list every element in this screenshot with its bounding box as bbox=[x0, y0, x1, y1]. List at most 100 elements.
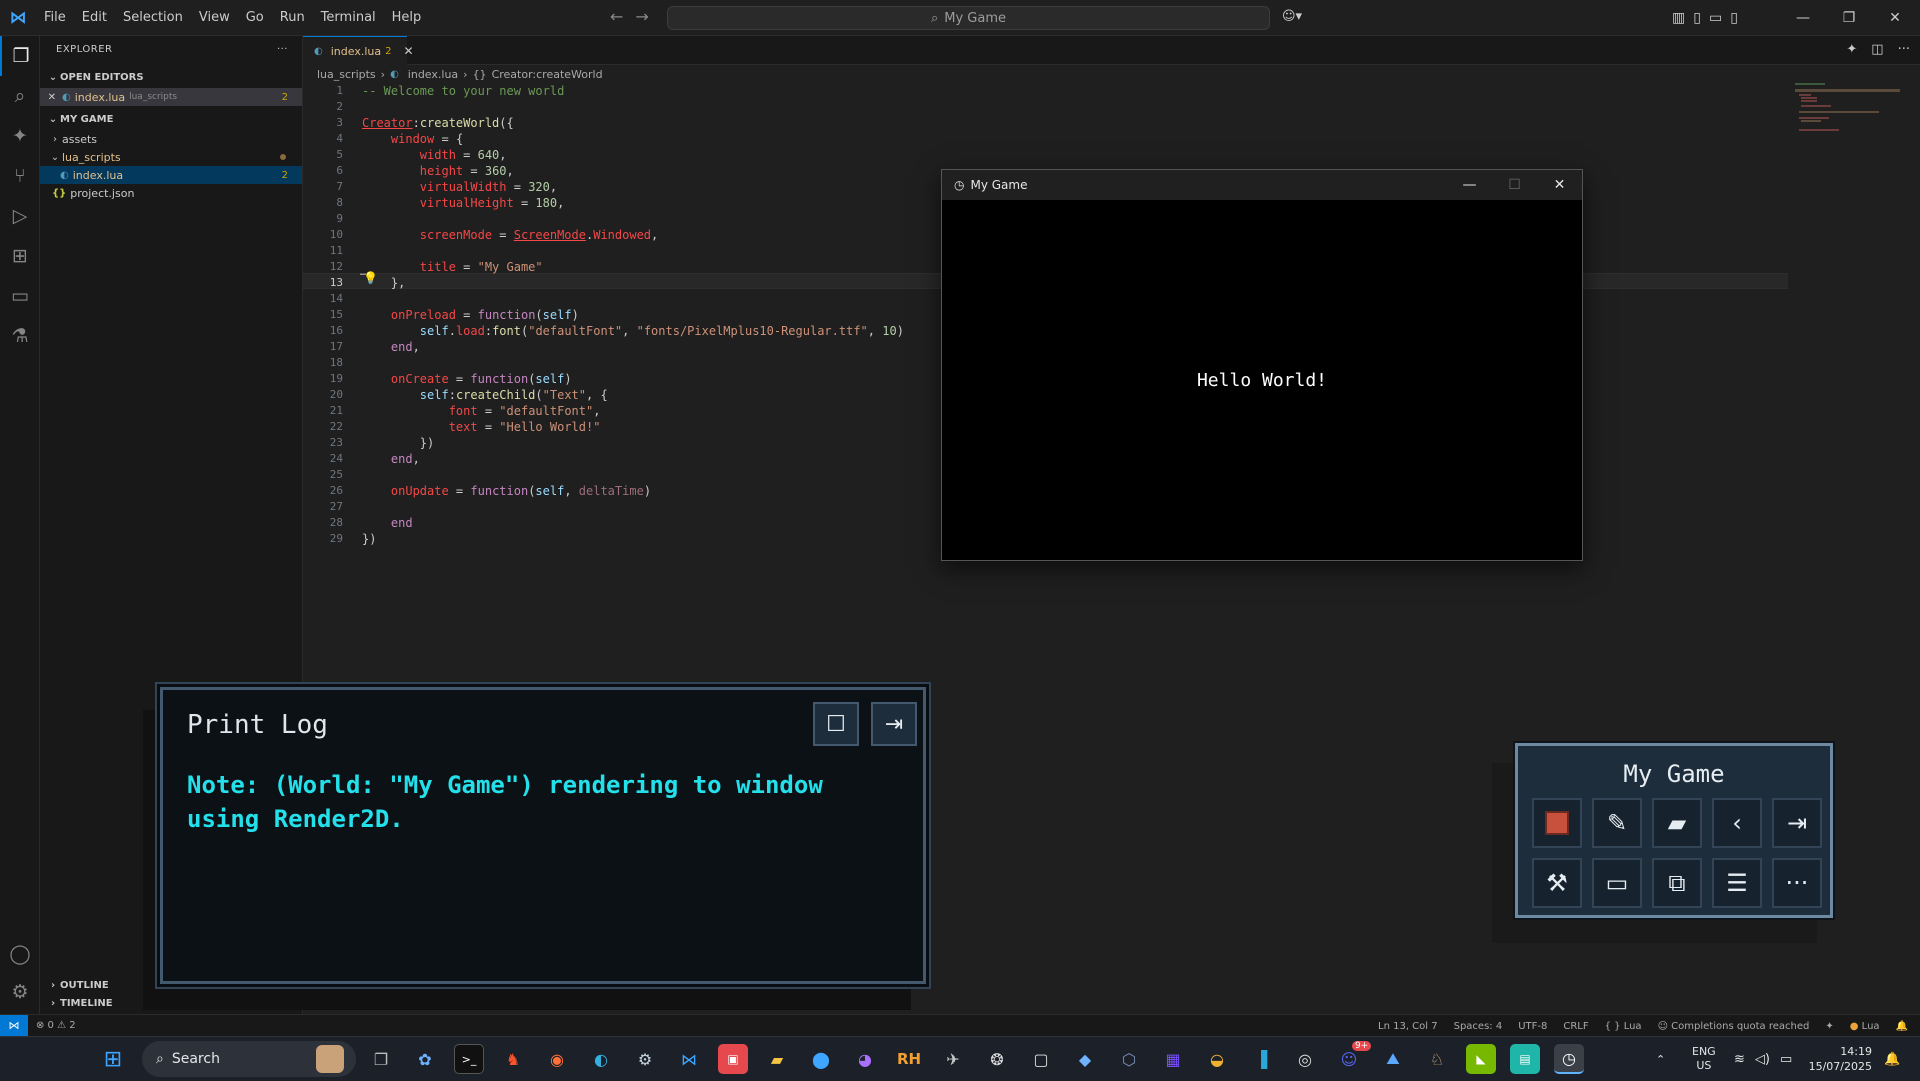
minimap[interactable] bbox=[1795, 83, 1905, 143]
minimize-icon[interactable]: — bbox=[1447, 170, 1492, 200]
split-editor-icon[interactable]: ◫ bbox=[1871, 42, 1883, 57]
rh-app-icon[interactable]: RH bbox=[894, 1044, 924, 1074]
more-actions-icon[interactable]: ··· bbox=[277, 44, 288, 55]
line-endings[interactable]: CRLF bbox=[1563, 1021, 1588, 1032]
minimize-icon[interactable]: — bbox=[1780, 10, 1826, 26]
menu-selection[interactable]: Selection bbox=[115, 0, 191, 36]
layers-button[interactable]: ⧉ bbox=[1652, 858, 1702, 908]
firefox-icon[interactable]: ◉ bbox=[542, 1044, 572, 1074]
menu-view[interactable]: View bbox=[191, 0, 238, 36]
tree-item-project-json[interactable]: {} project.json bbox=[40, 184, 302, 202]
gear-icon[interactable]: ⚙ bbox=[0, 972, 40, 1012]
teal-app-icon[interactable]: ▤ bbox=[1510, 1044, 1540, 1074]
game-app-icon[interactable]: ▣ bbox=[718, 1044, 748, 1074]
command-center[interactable]: ⌕ My Game bbox=[667, 6, 1270, 30]
breadcrumb-dir[interactable]: lua_scripts bbox=[317, 68, 376, 81]
menu-edit[interactable]: Edit bbox=[74, 0, 115, 36]
close-icon[interactable]: ✕ bbox=[1537, 170, 1582, 200]
terminal-icon[interactable]: >_ bbox=[454, 1044, 484, 1074]
file-explorer-icon[interactable]: ▰ bbox=[762, 1044, 792, 1074]
droplet-app-icon[interactable]: ◆ bbox=[1070, 1044, 1100, 1074]
copilot-sparkle-icon[interactable]: ✦ bbox=[0, 116, 40, 156]
chatgpt-icon[interactable]: ❂ bbox=[982, 1044, 1012, 1074]
maximize-log-button[interactable]: ☐ bbox=[813, 702, 859, 746]
open-editors-section[interactable]: ⌄ OPEN EDITORS bbox=[40, 66, 302, 88]
copilot-sparkle-icon[interactable]: ✦ bbox=[1846, 42, 1857, 57]
notifications-icon[interactable]: 🔔 bbox=[1896, 1021, 1908, 1032]
remote-explorer-icon[interactable]: ▭ bbox=[0, 276, 40, 316]
breadcrumb-file[interactable]: index.lua bbox=[408, 68, 458, 81]
windows-start-icon[interactable]: ⊞ bbox=[98, 1044, 128, 1074]
notification-center-icon[interactable]: 🔔 bbox=[1884, 1037, 1900, 1081]
clock[interactable]: 14:19 15/07/2025 bbox=[1809, 1037, 1872, 1081]
tool-app-icon[interactable]: ✈ bbox=[938, 1044, 968, 1074]
copilot-icon[interactable]: ☺▾ bbox=[1282, 9, 1302, 24]
cursor-position[interactable]: Ln 13, Col 7 bbox=[1378, 1021, 1438, 1032]
language-indicator[interactable]: ENG US bbox=[1692, 1037, 1716, 1081]
back-arrow-icon[interactable]: ← bbox=[610, 7, 623, 26]
obs-icon[interactable]: ◎ bbox=[1290, 1044, 1320, 1074]
menu-run[interactable]: Run bbox=[272, 0, 313, 36]
problems-indicator[interactable]: ⊗ 0 ⚠ 2 bbox=[36, 1020, 76, 1031]
layout-panel-icon[interactable]: ▥ bbox=[1672, 10, 1685, 26]
source-control-icon[interactable]: ⑂ bbox=[0, 156, 40, 196]
restore-icon[interactable]: ❐ bbox=[1826, 10, 1872, 26]
close-tab-icon[interactable]: ✕ bbox=[403, 44, 413, 58]
blender-icon[interactable]: ◒ bbox=[1202, 1044, 1232, 1074]
back-button[interactable]: ‹ bbox=[1712, 798, 1762, 848]
build-button[interactable]: ⚒ bbox=[1532, 858, 1582, 908]
run-debug-icon[interactable]: ▷ bbox=[0, 196, 40, 236]
tree-item-assets[interactable]: › assets bbox=[40, 130, 302, 148]
extensions-icon[interactable]: ⊞ bbox=[0, 236, 40, 276]
open-editor-item[interactable]: ✕ ◐ index.lua lua_scripts 2 bbox=[40, 88, 302, 106]
maps-icon[interactable]: ⬤ bbox=[806, 1044, 836, 1074]
open-folder-button[interactable]: ▰ bbox=[1652, 798, 1702, 848]
copilot-quota[interactable]: ☺ Completions quota reached bbox=[1658, 1021, 1810, 1032]
task-view-icon[interactable]: ❐ bbox=[366, 1044, 396, 1074]
cube-app-icon[interactable]: ⬡ bbox=[1114, 1044, 1144, 1074]
menu-go[interactable]: Go bbox=[238, 0, 272, 36]
app-window-icon[interactable]: ▢ bbox=[1026, 1044, 1056, 1074]
nvidia-icon[interactable]: ◣ bbox=[1466, 1044, 1496, 1074]
github-icon[interactable]: ◕ bbox=[850, 1044, 880, 1074]
stop-button[interactable] bbox=[1532, 798, 1582, 848]
more-actions-icon[interactable]: ··· bbox=[1898, 42, 1910, 57]
panel-app-icon[interactable]: ▐ bbox=[1246, 1044, 1276, 1074]
steam-icon[interactable]: ⚙ bbox=[630, 1044, 660, 1074]
remote-icon[interactable]: ⋈ bbox=[0, 1014, 28, 1037]
exit-button[interactable]: ⇥ bbox=[1772, 798, 1822, 848]
log-button[interactable]: ☰ bbox=[1712, 858, 1762, 908]
edge-icon[interactable]: ◐ bbox=[586, 1044, 616, 1074]
tab-index-lua[interactable]: ◐ index.lua 2 ✕ bbox=[303, 36, 414, 65]
project-section[interactable]: ⌄ MY GAME bbox=[40, 108, 302, 130]
copilot-sparkle-icon[interactable]: ✦ bbox=[1825, 1021, 1833, 1032]
search-icon[interactable]: ⌕ bbox=[0, 76, 40, 116]
close-icon[interactable]: ✕ bbox=[40, 92, 62, 103]
tree-item-lua-scripts[interactable]: ⌄ lua_scripts bbox=[40, 148, 302, 166]
explorer-icon[interactable]: ❐ bbox=[0, 36, 40, 76]
toggle-sidebar-icon[interactable]: ▯ bbox=[1693, 10, 1701, 26]
copilot-app-icon[interactable]: ✿ bbox=[410, 1044, 440, 1074]
encoding[interactable]: UTF-8 bbox=[1518, 1021, 1547, 1032]
bars-app-icon[interactable]: ▦ bbox=[1158, 1044, 1188, 1074]
rabbit-app-icon[interactable]: ♘ bbox=[1422, 1044, 1452, 1074]
tray-overflow-icon[interactable]: ⌃ bbox=[1656, 1037, 1665, 1081]
taskbar-search[interactable]: ⌕ Search bbox=[142, 1041, 356, 1077]
menu-file[interactable]: File bbox=[36, 0, 74, 36]
lightbulb-icon[interactable]: 💡 bbox=[363, 271, 378, 285]
photos-icon[interactable]: ⛰ bbox=[1378, 1044, 1408, 1074]
forward-arrow-icon[interactable]: → bbox=[635, 7, 648, 26]
tree-item-index-lua[interactable]: ◐ index.lua 2 bbox=[40, 166, 302, 184]
toggle-secondary-sidebar-icon[interactable]: ▯ bbox=[1730, 10, 1738, 26]
edit-script-button[interactable]: ✎ bbox=[1592, 798, 1642, 848]
system-tray[interactable]: ≋ ◁) ▭ bbox=[1734, 1037, 1792, 1081]
more-button[interactable]: ··· bbox=[1772, 858, 1822, 908]
brave-icon[interactable]: ♞ bbox=[498, 1044, 528, 1074]
testing-icon[interactable]: ⚗ bbox=[0, 316, 40, 356]
menu-help[interactable]: Help bbox=[384, 0, 430, 36]
indentation[interactable]: Spaces: 4 bbox=[1454, 1021, 1503, 1032]
console-button[interactable]: ▭ bbox=[1592, 858, 1642, 908]
close-icon[interactable]: ✕ bbox=[1872, 10, 1918, 26]
menu-terminal[interactable]: Terminal bbox=[313, 0, 384, 36]
my-game-taskbar-icon[interactable]: ◷ bbox=[1554, 1044, 1584, 1074]
